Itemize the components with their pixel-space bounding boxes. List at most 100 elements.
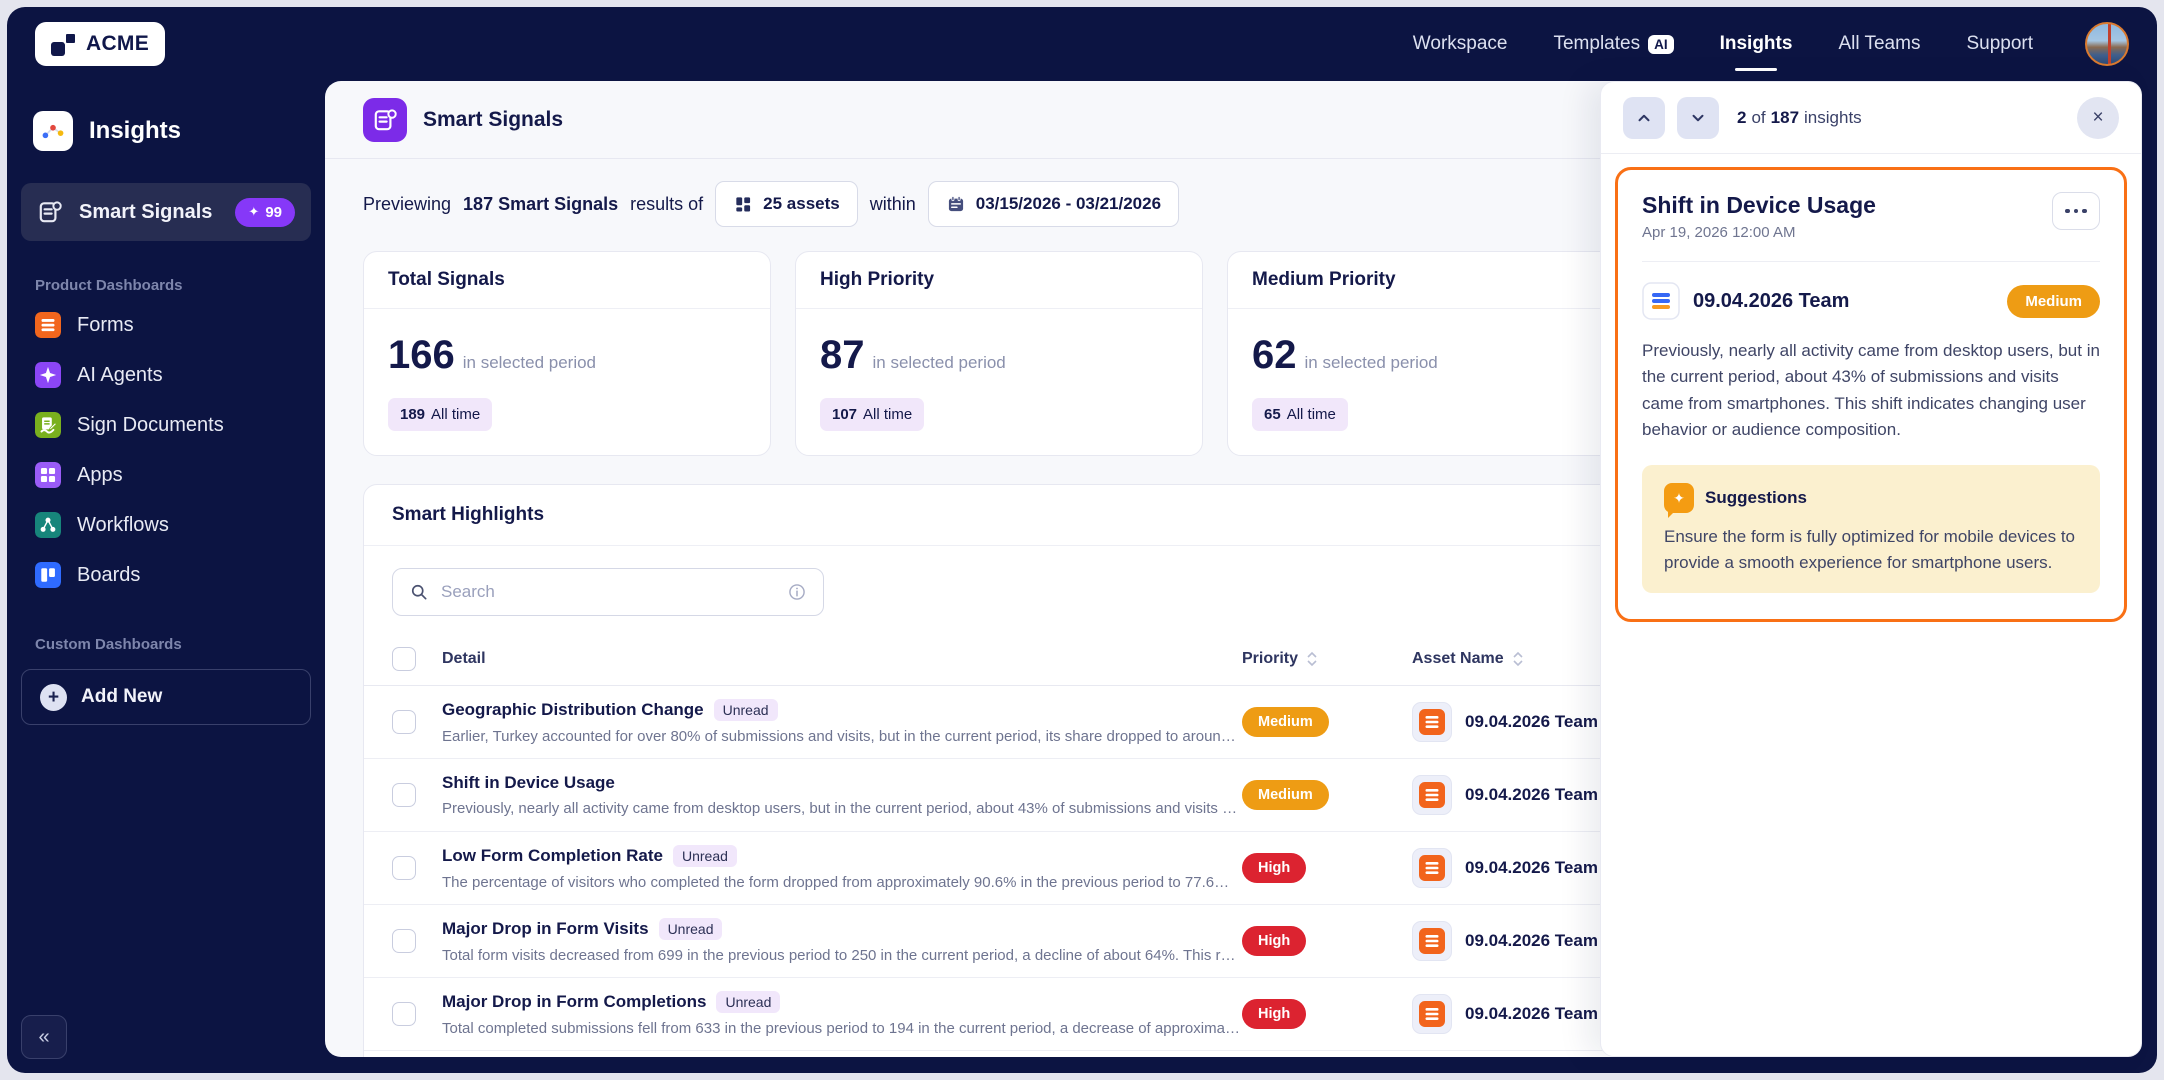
info-icon[interactable] [787,582,807,602]
row-checkbox[interactable] [392,929,416,953]
signal-title: Major Drop in Form Visits [442,919,649,938]
ai-agents-icon [35,362,61,388]
insight-asset-row: 09.04.2026 Team Medium [1642,282,2100,320]
acme-logo-text: ACME [86,32,150,55]
panel-header: 2 of 187 insights × [1601,82,2141,154]
add-new-button[interactable]: + Add New [21,669,311,725]
insight-description: Previously, nearly all activity came fro… [1642,341,2100,440]
asset-name: 09.04.2026 Team [1465,858,1598,877]
priority-badge: High [1242,853,1307,883]
nav-workspace[interactable]: Workspace [1413,33,1508,55]
insight-pager: 2 of 187 insights [1737,108,1862,128]
nav-insights[interactable]: Insights [1720,33,1793,55]
apps-icon [35,462,61,488]
signal-summary: Total form visits decreased from 699 in … [442,947,1242,964]
date-range-chip[interactable]: 03/15/2026 - 03/21/2026 [927,181,1180,227]
form-icon [1412,848,1452,888]
signal-title: Shift in Device Usage [442,773,615,792]
form-icon [1412,994,1452,1034]
sidebar-item-ai-agents[interactable]: AI Agents [21,350,311,400]
nav-all-teams[interactable]: All Teams [1838,33,1920,55]
smart-signals-icon [39,201,62,223]
pager-suffix: insights [1804,107,1862,127]
form-asset-icon [1642,282,1680,320]
close-panel-button[interactable]: × [2077,96,2119,139]
unread-badge: Unread [716,991,781,1013]
priority-badge: High [1242,999,1307,1029]
page-title: Smart Signals [423,107,564,131]
signal-title: Low Form Completion Rate [442,846,663,865]
sidebar-item-sign-documents[interactable]: Sign Documents [21,400,311,450]
search-box[interactable] [392,568,824,616]
sidebar-app-header: Insights [21,111,311,151]
kebab-icon [2065,208,2070,214]
stat-title: High Priority [796,252,1202,309]
stat-value: 62 [1252,333,1297,377]
sidebar-item-sign-documents-label: Sign Documents [77,413,224,436]
search-input[interactable] [441,582,775,602]
sidebar-item-apps[interactable]: Apps [21,450,311,500]
row-checkbox[interactable] [392,783,416,807]
smart-signals-page-icon [363,97,407,142]
app-window: ACME Workspace Templates AI Insights All… [7,7,2157,1073]
calendar-icon [948,196,963,212]
sidebar-item-boards[interactable]: Boards [21,550,311,600]
all-time-count: 65 [1264,406,1281,423]
insight-card: Shift in Device Usage Apr 19, 2026 12:00… [1615,167,2127,623]
signal-summary: Previously, nearly all activity came fro… [442,800,1242,817]
smart-signals-count: 99 [265,203,282,221]
sidebar-item-smart-signals[interactable]: Smart Signals ✦ 99 [21,183,311,241]
sidebar-item-workflows-label: Workflows [77,513,169,536]
sign-documents-icon [35,412,61,438]
next-insight-button[interactable] [1677,96,1719,139]
sidebar-collapse-button[interactable]: « [21,1015,67,1059]
nav-workspace-label: Workspace [1412,33,1508,54]
sidebar-item-apps-label: Apps [77,463,123,486]
collapse-icon: « [38,1025,50,1048]
pager-of: of [1751,107,1766,127]
signal-title: Geographic Distribution Change [442,700,704,719]
sidebar-section-custom-dashboards: Custom Dashboards [35,636,182,653]
sidebar: Insights Smart Signals ✦ 99 Product Dash… [7,81,325,1073]
top-navigation: Workspace Templates AI Insights All Team… [1413,22,2129,66]
assets-filter-chip[interactable]: 25 assets [715,181,858,227]
nav-templates[interactable]: Templates AI [1553,33,1674,55]
sidebar-app-title: Insights [89,117,182,144]
close-icon: × [2092,106,2104,128]
search-icon [411,584,427,600]
divider [1642,261,2100,262]
sort-icon [1513,651,1523,666]
signal-summary: Total completed submissions fell from 63… [442,1020,1242,1037]
top-header: ACME Workspace Templates AI Insights All… [7,7,2157,81]
row-checkbox[interactable] [392,856,416,880]
nav-support[interactable]: Support [1966,33,2033,55]
all-time-count: 189 [400,406,426,423]
suggestions-text: Ensure the form is fully optimized for m… [1664,527,2076,572]
row-checkbox[interactable] [392,710,416,734]
nav-all-teams-label: All Teams [1838,33,1921,54]
insights-app-icon [33,111,73,151]
stat-caption: in selected period [1304,353,1438,372]
sidebar-item-forms[interactable]: Forms [21,300,311,350]
row-checkbox[interactable] [392,1002,416,1026]
user-avatar[interactable] [2085,22,2129,66]
stat-card-total-signals: Total Signals 166 in selected period 189 A… [363,251,771,456]
previous-insight-button[interactable] [1623,96,1665,139]
all-time-badge: 65 All time [1252,398,1348,431]
priority-badge: High [1242,926,1307,956]
smart-signals-count-badge: ✦ 99 [235,197,295,227]
priority-badge: Medium [1242,707,1329,737]
all-time-label: All time [863,406,913,423]
column-priority-sort[interactable]: Priority [1242,650,1392,668]
all-time-label: All time [1286,406,1336,423]
sidebar-section-product-dashboards: Product Dashboards [35,277,183,294]
insight-timestamp: Apr 19, 2026 12:00 AM [1642,224,1796,241]
acme-logo[interactable]: ACME [35,22,166,66]
sparkle-icon: ✦ [248,204,260,219]
select-all-checkbox[interactable] [392,646,416,671]
insight-more-button[interactable] [2052,192,2100,230]
sidebar-item-workflows[interactable]: Workflows [21,500,311,550]
asset-name: 09.04.2026 Team [1465,931,1598,950]
all-time-count: 107 [832,406,858,423]
date-range-label: 03/15/2026 - 03/21/2026 [975,194,1162,213]
